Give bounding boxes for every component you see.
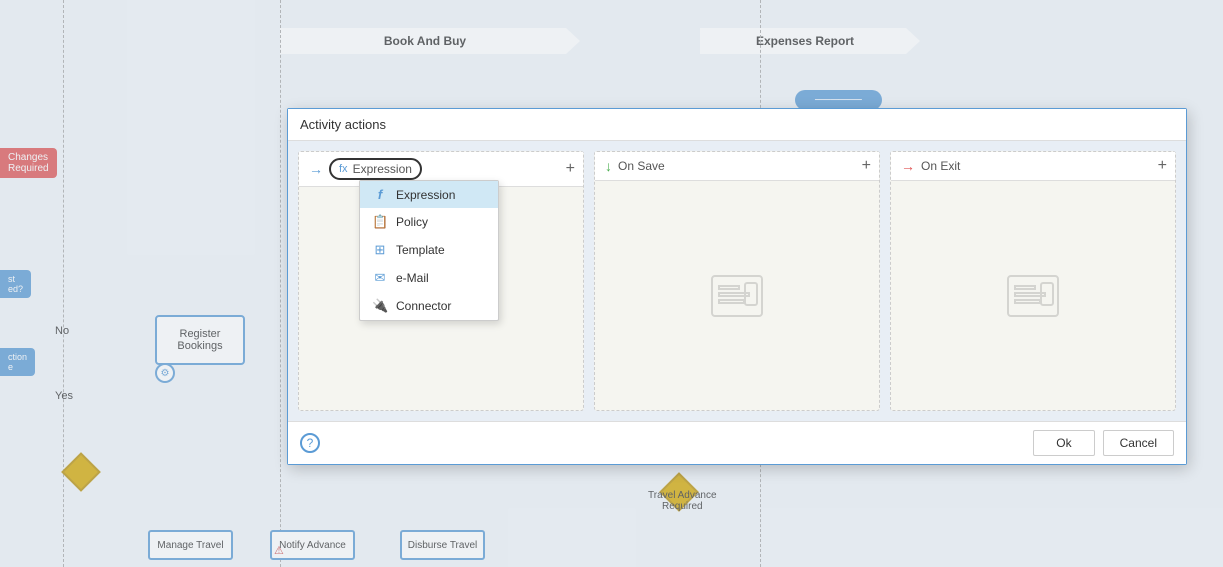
modal-footer: ? Ok Cancel <box>288 421 1186 464</box>
on-save-content <box>595 181 879 410</box>
on-save-add-button[interactable]: + <box>862 158 871 174</box>
on-enter-add-button[interactable]: + <box>566 161 575 177</box>
panel-on-enter: → fx Expression + f Expression 📋 Policy <box>298 151 584 411</box>
expression-btn-label: Expression <box>353 162 412 176</box>
help-icon-label: ? <box>307 436 314 450</box>
dropdown-label-connector: Connector <box>396 299 451 313</box>
policy-icon: 📋 <box>372 214 388 230</box>
activity-actions-modal: Activity actions → fx Expression + f Exp… <box>287 108 1187 465</box>
dropdown-label-policy: Policy <box>396 215 428 229</box>
modal-title-bar: Activity actions <box>288 109 1186 141</box>
dropdown-label-template: Template <box>396 243 445 257</box>
dropdown-menu: f Expression 📋 Policy ⊞ Template ✉ e-Mai… <box>359 180 499 321</box>
template-icon: ⊞ <box>372 242 388 258</box>
connector-icon: 🔌 <box>372 298 388 314</box>
dropdown-label-expression: Expression <box>396 188 455 202</box>
expression-button[interactable]: fx Expression <box>329 158 422 180</box>
dropdown-label-email: e-Mail <box>396 271 429 285</box>
on-exit-label: On Exit <box>921 159 960 173</box>
ok-button[interactable]: Ok <box>1033 430 1094 456</box>
modal-title: Activity actions <box>300 117 386 132</box>
email-icon: ✉ <box>372 270 388 286</box>
footer-buttons: Ok Cancel <box>1033 430 1174 456</box>
on-exit-placeholder <box>1003 271 1063 321</box>
on-enter-icon: → <box>309 161 323 177</box>
panel-on-exit-header: → On Exit + <box>891 152 1175 181</box>
on-save-label: On Save <box>618 159 665 173</box>
dropdown-item-expression[interactable]: f Expression <box>360 181 498 208</box>
dropdown-item-connector[interactable]: 🔌 Connector <box>360 292 498 320</box>
on-save-placeholder <box>707 271 767 321</box>
dropdown-item-template[interactable]: ⊞ Template <box>360 236 498 264</box>
on-exit-content <box>891 181 1175 410</box>
dropdown-item-policy[interactable]: 📋 Policy <box>360 208 498 236</box>
on-exit-add-button[interactable]: + <box>1158 158 1167 174</box>
panel-on-save-header: ↓ On Save + <box>595 152 879 181</box>
cancel-button[interactable]: Cancel <box>1103 430 1174 456</box>
expression-btn-icon: fx <box>339 163 348 175</box>
on-exit-icon: → <box>901 158 915 174</box>
modal-body: → fx Expression + f Expression 📋 Policy <box>288 141 1186 421</box>
help-button[interactable]: ? <box>300 433 320 453</box>
dropdown-item-email[interactable]: ✉ e-Mail <box>360 264 498 292</box>
expression-icon: f <box>372 187 388 202</box>
on-save-icon: ↓ <box>605 158 612 174</box>
panel-on-save: ↓ On Save + <box>594 151 880 411</box>
panel-on-exit: → On Exit + <box>890 151 1176 411</box>
